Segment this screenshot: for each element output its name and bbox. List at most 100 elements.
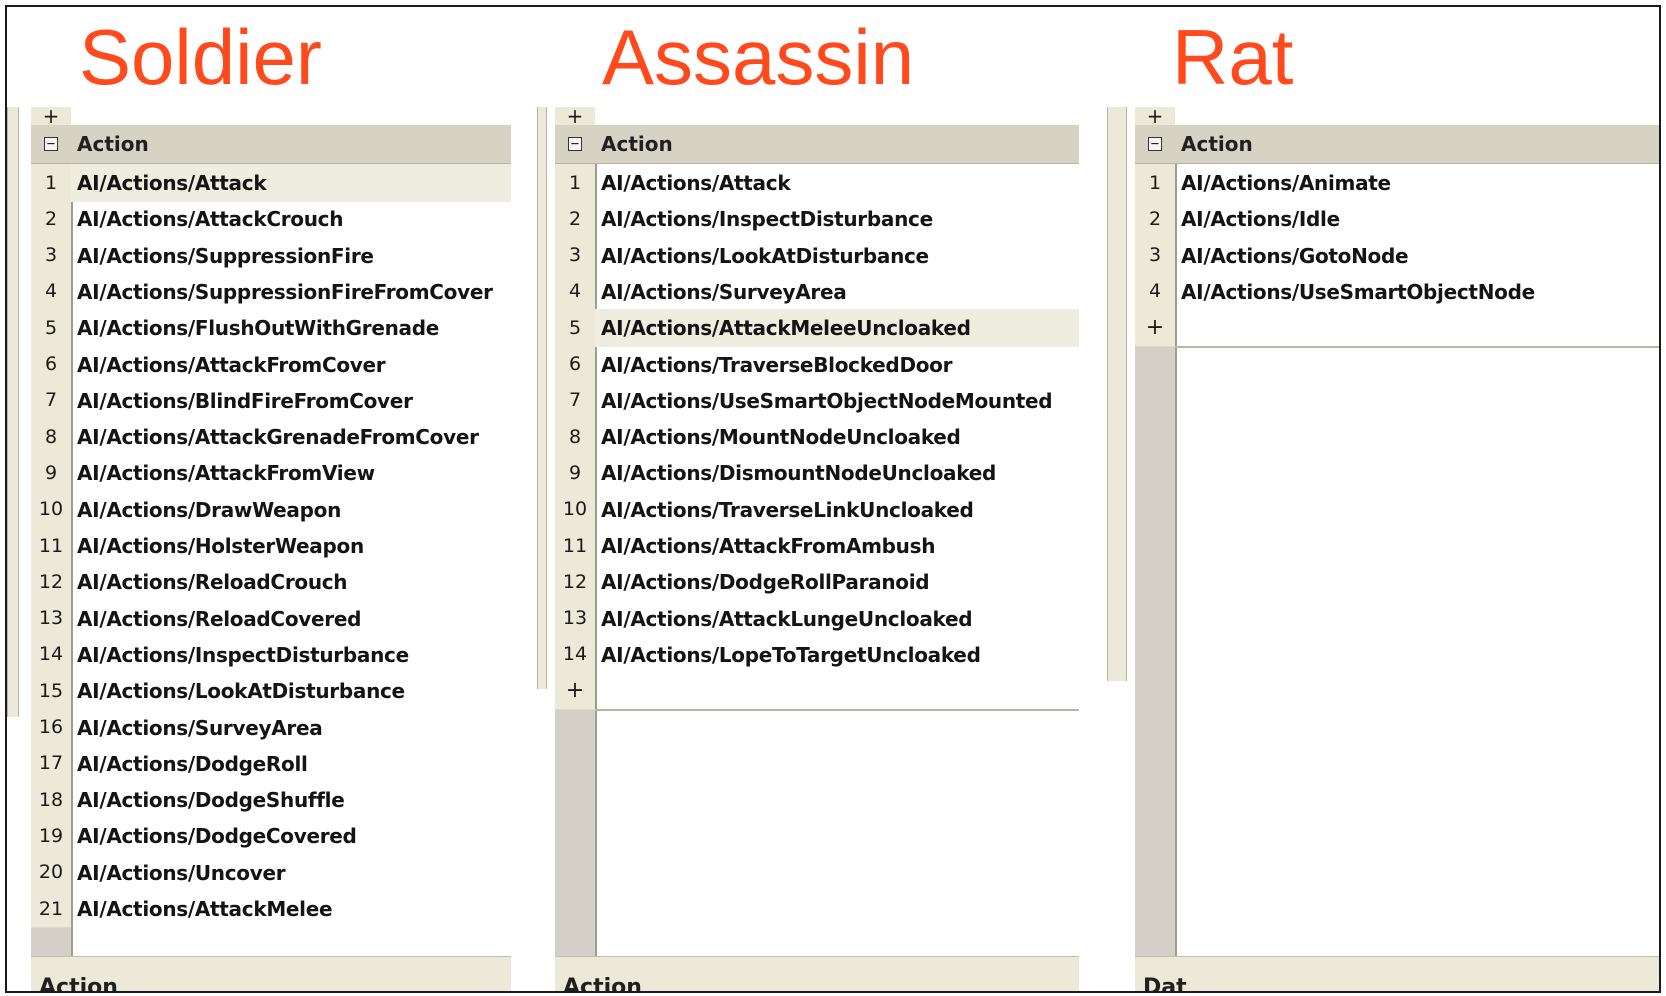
action-path-cell[interactable]: AI/Actions/DodgeShuffle	[71, 781, 511, 819]
action-path-cell[interactable]: AI/Actions/SuppressionFire	[71, 237, 511, 275]
action-path-cell[interactable]: AI/Actions/HolsterWeapon	[71, 527, 511, 565]
list-row[interactable]: 3 AI/Actions/SuppressionFire	[31, 236, 511, 275]
row-number[interactable]: 8	[555, 418, 595, 457]
action-path-cell[interactable]: AI/Actions/ReloadCrouch	[71, 563, 511, 601]
row-number[interactable]: 17	[31, 744, 71, 783]
row-number[interactable]: 20	[31, 853, 71, 892]
row-number[interactable]: 4	[555, 272, 595, 311]
list-row[interactable]: 12 AI/Actions/ReloadCrouch	[31, 563, 511, 602]
add-row-glyph[interactable]: +	[555, 107, 595, 126]
list-row[interactable]: 4 AI/Actions/UseSmartObjectNode	[1135, 272, 1659, 311]
action-path-cell[interactable]: AI/Actions/InspectDisturbance	[595, 200, 1079, 238]
action-path-cell[interactable]: AI/Actions/TraverseBlockedDoor	[595, 346, 1079, 384]
list-row[interactable]: 15 AI/Actions/LookAtDisturbance	[31, 672, 511, 711]
row-number[interactable]: 18	[31, 781, 71, 820]
action-path-cell[interactable]: AI/Actions/DrawWeapon	[71, 491, 511, 529]
scrollbar-soldier[interactable]	[7, 107, 19, 717]
row-number[interactable]: 7	[31, 381, 71, 420]
list-row[interactable]: 2 AI/Actions/AttackCrouch	[31, 200, 511, 239]
add-row-empty-cell[interactable]	[1175, 309, 1659, 347]
row-number[interactable]: 15	[31, 672, 71, 711]
list-row[interactable]: 14 AI/Actions/InspectDisturbance	[31, 635, 511, 674]
list-row[interactable]: 17 AI/Actions/DodgeRoll	[31, 744, 511, 783]
row-number[interactable]: 10	[31, 490, 71, 529]
collapse-toggle[interactable]: −	[555, 125, 595, 163]
row-number[interactable]: 1	[1135, 164, 1175, 202]
row-number[interactable]: 11	[555, 527, 595, 565]
row-number[interactable]: 12	[555, 563, 595, 602]
list-row[interactable]: 6 AI/Actions/AttackFromCover	[31, 345, 511, 384]
row-number[interactable]: 14	[555, 635, 595, 674]
action-path-cell[interactable]: AI/Actions/SuppressionFireFromCover	[71, 273, 511, 311]
collapse-toggle[interactable]: −	[31, 125, 71, 163]
list-row[interactable]: 4 AI/Actions/SuppressionFireFromCover	[31, 272, 511, 311]
list-row[interactable]: 7 AI/Actions/BlindFireFromCover	[31, 381, 511, 420]
list-row[interactable]: 3 AI/Actions/GotoNode	[1135, 236, 1659, 275]
row-number[interactable]: 5	[31, 309, 71, 348]
row-number[interactable]: 13	[31, 599, 71, 638]
action-path-cell[interactable]: AI/Actions/AttackFromView	[71, 454, 511, 492]
row-number[interactable]: 19	[31, 817, 71, 856]
list-row[interactable]: 10 AI/Actions/DrawWeapon	[31, 490, 511, 529]
action-path-cell[interactable]: AI/Actions/ReloadCovered	[71, 600, 511, 638]
action-path-cell[interactable]: AI/Actions/SurveyArea	[71, 709, 511, 747]
action-path-cell[interactable]: AI/Actions/DodgeRoll	[71, 745, 511, 783]
action-path-cell[interactable]: AI/Actions/FlushOutWithGrenade	[71, 309, 511, 347]
action-path-cell[interactable]: AI/Actions/AttackGrenadeFromCover	[71, 418, 511, 456]
list-row[interactable]: 4 AI/Actions/SurveyArea	[555, 272, 1079, 311]
top-add-row[interactable]: +	[31, 107, 511, 126]
list-row[interactable]: 11 AI/Actions/AttackFromAmbush	[555, 527, 1079, 565]
list-row[interactable]: 20 AI/Actions/Uncover	[31, 853, 511, 892]
action-group-header[interactable]: − Action	[555, 125, 1079, 164]
row-number[interactable]: 2	[31, 200, 71, 239]
list-row[interactable]: 7 AI/Actions/UseSmartObjectNodeMounted	[555, 381, 1079, 420]
action-path-cell[interactable]: AI/Actions/AttackMelee	[71, 890, 511, 928]
row-number[interactable]: 4	[1135, 272, 1175, 311]
scrollbar-rat[interactable]	[1107, 107, 1127, 681]
list-row[interactable]: 1 AI/Actions/Animate	[1135, 164, 1659, 202]
list-row[interactable]: 12 AI/Actions/DodgeRollParanoid	[555, 563, 1079, 602]
add-row[interactable]: +	[555, 672, 1079, 711]
list-row[interactable]: 16 AI/Actions/SurveyArea	[31, 708, 511, 747]
action-path-cell[interactable]: AI/Actions/UseSmartObjectNodeMounted	[595, 382, 1079, 420]
row-number[interactable]: 13	[555, 599, 595, 638]
list-row[interactable]: 10 AI/Actions/TraverseLinkUncloaked	[555, 490, 1079, 529]
row-number[interactable]: 21	[31, 890, 71, 928]
add-row[interactable]: +	[1135, 309, 1659, 348]
action-path-cell[interactable]: AI/Actions/SurveyArea	[595, 273, 1079, 311]
action-path-cell[interactable]: AI/Actions/DodgeCovered	[71, 817, 511, 855]
add-row-empty-cell[interactable]	[595, 672, 1079, 710]
add-row-glyph[interactable]: +	[1135, 309, 1175, 348]
action-path-cell[interactable]: AI/Actions/AttackFromAmbush	[595, 527, 1079, 565]
row-number[interactable]: 6	[555, 345, 595, 384]
list-row[interactable]: 2 AI/Actions/InspectDisturbance	[555, 200, 1079, 239]
action-path-cell[interactable]: AI/Actions/BlindFireFromCover	[71, 382, 511, 420]
row-number[interactable]: 16	[31, 708, 71, 747]
row-number[interactable]: 11	[31, 527, 71, 565]
row-number[interactable]: 1	[555, 164, 595, 202]
row-number[interactable]: 14	[31, 635, 71, 674]
row-number[interactable]: 6	[31, 345, 71, 384]
list-row[interactable]: 8 AI/Actions/AttackGrenadeFromCover	[31, 418, 511, 457]
row-number[interactable]: 3	[555, 236, 595, 275]
list-row[interactable]: 19 AI/Actions/DodgeCovered	[31, 817, 511, 856]
action-group-header[interactable]: − Action	[1135, 125, 1659, 164]
row-number[interactable]: 3	[1135, 236, 1175, 275]
top-add-row[interactable]: +	[555, 107, 1079, 126]
list-row[interactable]: 1 AI/Actions/Attack	[555, 164, 1079, 202]
list-row[interactable]: 2 AI/Actions/Idle	[1135, 200, 1659, 239]
row-number[interactable]: 8	[31, 418, 71, 457]
list-row[interactable]: 1 AI/Actions/Attack	[31, 164, 511, 202]
next-group-header[interactable]: Action	[555, 956, 1079, 991]
action-path-cell[interactable]: AI/Actions/AttackLungeUncloaked	[595, 600, 1079, 638]
action-path-cell[interactable]: AI/Actions/LopeToTargetUncloaked	[595, 636, 1079, 674]
action-path-cell[interactable]: AI/Actions/AttackMeleeUncloaked	[595, 309, 1079, 348]
action-path-cell[interactable]: AI/Actions/Attack	[71, 164, 511, 202]
row-number[interactable]: 1	[31, 164, 71, 202]
action-path-cell[interactable]: AI/Actions/DodgeRollParanoid	[595, 563, 1079, 601]
action-path-cell[interactable]: AI/Actions/LookAtDisturbance	[71, 672, 511, 710]
action-path-cell[interactable]: AI/Actions/Animate	[1175, 164, 1659, 202]
list-row[interactable]: 13 AI/Actions/ReloadCovered	[31, 599, 511, 638]
action-path-cell[interactable]: AI/Actions/Uncover	[71, 854, 511, 892]
list-row[interactable]: 9 AI/Actions/DismountNodeUncloaked	[555, 454, 1079, 493]
